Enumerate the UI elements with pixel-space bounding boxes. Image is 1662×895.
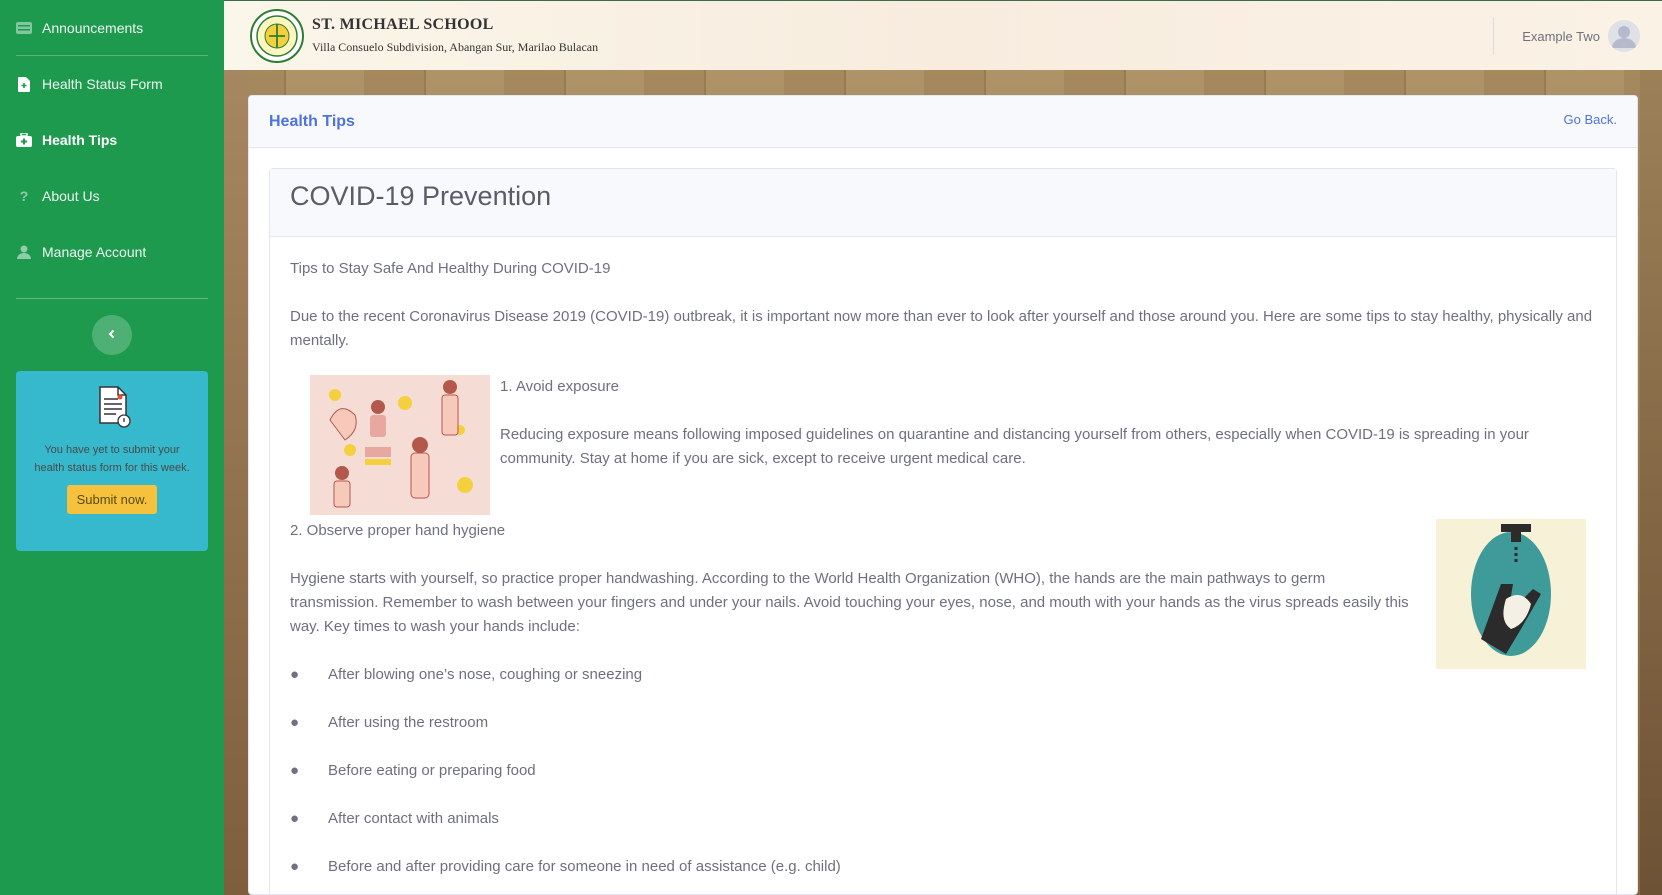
sidebar-nav: Announcements Health Status Form Health … — [0, 0, 224, 280]
article-subtitle: Tips to Stay Safe And Healthy During COV… — [290, 260, 611, 277]
submit-now-button[interactable]: Submit now. — [66, 485, 158, 514]
tip-1-title: 1. Avoid exposure — [500, 378, 619, 395]
list-icon — [16, 20, 32, 36]
tip-2-text: 2. Observe proper hand hygiene Hygiene s… — [290, 519, 1596, 639]
sidebar-item-label: Health Status Form — [42, 76, 163, 92]
file-icon — [16, 76, 32, 92]
question-icon: ? — [19, 188, 29, 204]
main-card: Health Tips Go Back. COVID-19 Prevention… — [248, 95, 1638, 895]
sidebar-item-manage-account[interactable]: Manage Account — [16, 224, 208, 280]
background-pillar-left — [224, 70, 248, 895]
main-card-header: Health Tips Go Back. — [249, 96, 1637, 148]
sidebar-divider — [16, 298, 208, 299]
sidebar-item-health-tips[interactable]: Health Tips — [16, 112, 208, 168]
tip-2-description: Hygiene starts with yourself, so practic… — [290, 570, 1409, 635]
sidebar-item-announcements[interactable]: Announcements — [16, 0, 208, 56]
list-item: ● After using the restroom — [290, 714, 489, 731]
sidebar-item-label: Announcements — [42, 19, 144, 36]
sidebar-item-label: About Us — [42, 188, 100, 204]
article-body: Tips to Stay Safe And Healthy During COV… — [270, 237, 1616, 894]
chevron-left-icon — [107, 326, 117, 344]
user-menu[interactable]: Example Two — [1493, 17, 1640, 55]
user-name: Example Two — [1522, 28, 1600, 44]
sidebar-toggle-button[interactable] — [92, 315, 132, 355]
sidebar-item-health-status-form[interactable]: Health Status Form — [16, 56, 208, 112]
handwashing-illustration — [1436, 519, 1586, 669]
document-icon — [92, 385, 132, 429]
list-item: ● Before and after providing care for som… — [290, 858, 841, 875]
tip-1-text: 1. Avoid exposure Reducing exposure mean… — [500, 375, 1596, 515]
avoid-exposure-illustration — [310, 375, 490, 515]
tip-2-title: 2. Observe proper hand hygiene — [290, 522, 506, 539]
tip-1: 1. Avoid exposure Reducing exposure mean… — [290, 375, 1596, 515]
list-item: ● After blowing one’s nose, coughing or s… — [290, 666, 643, 683]
tip-1-description: Reducing exposure means following impose… — [500, 426, 1529, 467]
reminder-message: You have yet to submit your health statu… — [34, 444, 190, 474]
go-back-link[interactable]: Go Back. — [1564, 112, 1617, 127]
tip-2: 2. Observe proper hand hygiene Hygiene s… — [290, 519, 1596, 879]
school-info: ST. MICHAEL SCHOOL Villa Consuelo Subdiv… — [312, 16, 598, 55]
school-name: ST. MICHAEL SCHOOL — [312, 16, 494, 33]
article-title: COVID-19 Prevention — [290, 181, 552, 211]
sidebar-item-label: Health Tips — [42, 132, 118, 148]
reminder-card: You have yet to submit your health statu… — [16, 371, 208, 551]
page-title: Health Tips — [269, 112, 355, 130]
sidebar-item-about-us[interactable]: ? About Us — [16, 168, 208, 224]
sidebar-item-label: Manage Account — [42, 244, 147, 260]
article-header: COVID-19 Prevention — [270, 169, 1616, 237]
background-pillar-right — [1640, 70, 1662, 895]
school-address: Villa Consuelo Subdivision, Abangan Sur,… — [312, 40, 599, 54]
avatar — [1608, 20, 1640, 52]
handwashing-times-list: ● After blowing one’s nose, coughing or s… — [290, 663, 1596, 879]
school-logo — [250, 8, 304, 63]
article-intro: Due to the recent Coronavirus Disease 20… — [290, 308, 1593, 349]
topbar: ST. MICHAEL SCHOOL Villa Consuelo Subdiv… — [224, 0, 1662, 70]
sidebar: Announcements Health Status Form Health … — [0, 0, 224, 895]
article-card: COVID-19 Prevention Tips to Stay Safe An… — [269, 168, 1617, 894]
list-item: ● Before eating or preparing food — [290, 762, 536, 779]
list-item: ● After contact with animals — [290, 810, 499, 827]
medkit-icon — [16, 132, 32, 148]
user-icon — [16, 244, 32, 260]
